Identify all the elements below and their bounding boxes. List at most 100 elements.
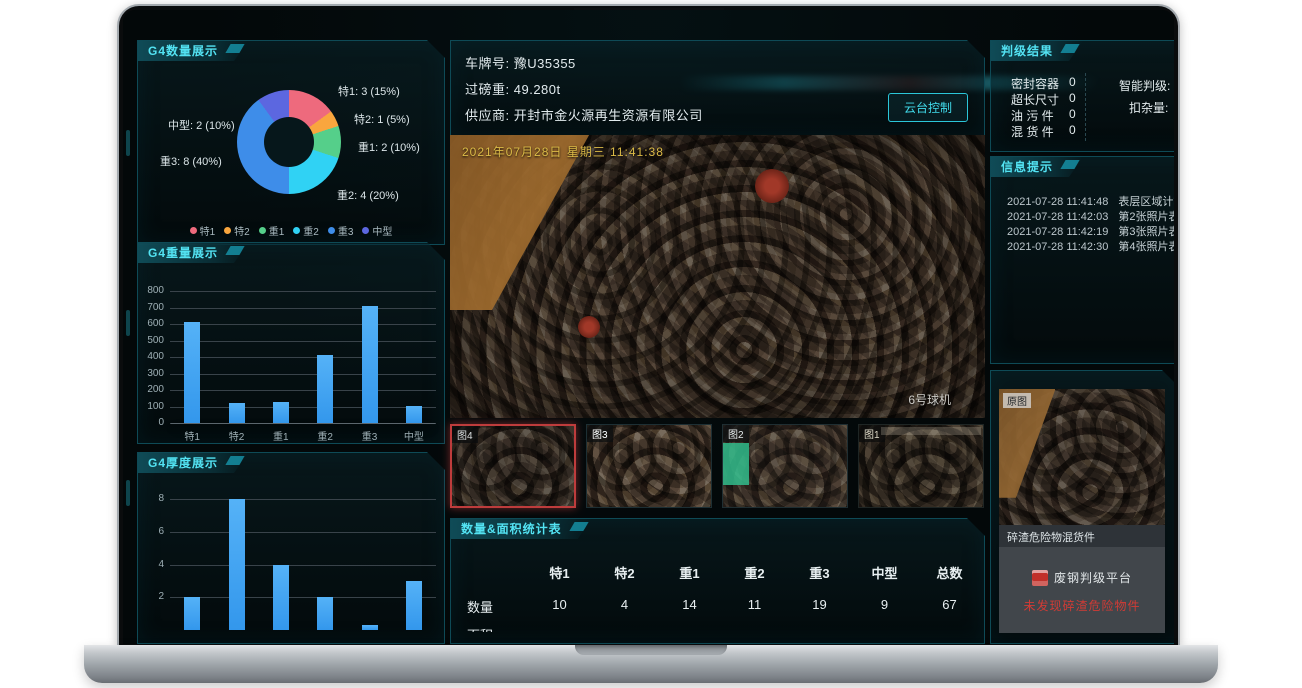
panel-stats-table: 数量&面积统计表 特1特2重1重2重3中型总数 数量104141119967 面… (450, 518, 985, 644)
y-tick-label: 100 (138, 401, 164, 412)
panel-info-title: 信息提示 (991, 157, 1083, 177)
stats-header-label (451, 563, 527, 582)
stats-area-cell (722, 625, 787, 632)
grid-line (170, 597, 436, 598)
stats-quantity-row: 数量104141119967 (451, 597, 984, 616)
stats-area-row: 面积 (451, 625, 984, 632)
x-tick-label: 重1 (259, 428, 303, 443)
panel-quantity: G4数量展示 特1: 3 (15%) 特2: 1 (5%) 重1: 2 (10%… (137, 40, 445, 245)
grid-line (170, 357, 436, 358)
stats-header-cell: 总数 (917, 563, 982, 582)
thumbnail-3[interactable]: 图2 (722, 424, 848, 508)
weight-value: 49.280t (514, 82, 561, 97)
smart-grading-label: 智能判级: (1119, 77, 1170, 94)
stats-area-row-clipped: 面积 (451, 625, 984, 632)
grid-line (170, 374, 436, 375)
log-message: 第3张照片表层开 (1118, 226, 1174, 238)
main-camera-image[interactable]: 2021年07月28日 星期三 11:41:38 6号球机 (450, 135, 985, 418)
grading-value: 0 (1069, 123, 1076, 137)
stats-quantity-cell: 11 (722, 597, 787, 616)
x-tick-label: 特2 (215, 428, 259, 443)
platform-logo-icon (1032, 570, 1048, 586)
grading-divider (1085, 73, 1086, 141)
bar-特2 (229, 403, 245, 423)
thumbnail-1[interactable]: 图4 (450, 424, 576, 508)
thumbnail-2[interactable]: 图3 (586, 424, 712, 508)
grading-row-1: 密封容器0 (1011, 75, 1059, 92)
plate-label: 车牌号: (465, 56, 510, 71)
camera-osd-timestamp: 2021年07月28日 星期三 11:41:38 (462, 143, 664, 160)
grid-line (170, 341, 436, 342)
truck-bed-wall (450, 135, 589, 310)
legend-item: 重2 (293, 223, 319, 238)
laptop-base-notch (575, 645, 727, 655)
stats-quantity-cell: 14 (657, 597, 722, 616)
green-overlay (723, 443, 749, 485)
grid-line (170, 390, 436, 391)
legend-item: 特2 (224, 223, 250, 238)
y-tick-label: 8 (138, 493, 164, 504)
log-timestamp: 2021-07-28 11:41:48 (1007, 196, 1108, 208)
panel-info-log: 信息提示 2021-07-28 11:41:48 表层区域计算成 2021-07-2… (990, 156, 1174, 364)
y-tick-label: 600 (138, 318, 164, 329)
deduction-label: 扣杂量: (1129, 99, 1168, 116)
x-tick-label: 重3 (348, 428, 392, 443)
donut-legend: 特1特2重1重2重3中型 (138, 223, 444, 238)
legend-dot (224, 227, 231, 234)
grading-value: 0 (1069, 75, 1076, 89)
supplier-label: 供应商: (465, 108, 510, 123)
stats-table-title: 数量&面积统计表 (451, 519, 592, 539)
legend-label: 特1 (200, 223, 216, 238)
stats-header-row: 特1特2重1重2重3中型总数 (451, 563, 984, 582)
thumbnail-strip: 图4图3图2图1 (450, 424, 984, 508)
donut-label-mid: 中型: 2 (10%) (168, 117, 235, 133)
stats-area-cell (917, 625, 982, 632)
ptz-control-button[interactable]: 云台控制 (888, 93, 968, 122)
log-timestamp: 2021-07-28 11:42:30 (1007, 241, 1108, 253)
weight-label: 过磅重: (465, 82, 510, 97)
plate-row: 车牌号: 豫U35355 (465, 53, 576, 72)
camera-name-label: 6号球机 (908, 391, 951, 408)
bar-重1 (273, 402, 289, 423)
x-tick-label: 重2 (303, 428, 347, 443)
legend-dot (328, 227, 335, 234)
log-message: 表层区域计算成 (1118, 196, 1174, 208)
y-tick-label: 700 (138, 302, 164, 313)
bar-特1 (184, 322, 200, 423)
legend-label: 重3 (338, 223, 354, 238)
grading-label: 混 货 件 (1011, 125, 1054, 139)
bar-4 (362, 625, 378, 630)
stats-area-cell (852, 625, 917, 632)
y-tick-label: 300 (138, 368, 164, 379)
donut-label-te2: 特2: 1 (5%) (354, 111, 410, 127)
stats-quantity-cell: 19 (787, 597, 852, 616)
bar-3 (317, 597, 333, 630)
grading-row-2: 超长尺寸0 (1011, 91, 1059, 108)
bar-1 (229, 499, 245, 630)
bar-重2 (317, 355, 333, 423)
legend-dot (190, 227, 197, 234)
laptop-screen: G4数量展示 特1: 3 (15%) 特2: 1 (5%) 重1: 2 (10%… (123, 10, 1174, 644)
bar-重3 (362, 306, 378, 423)
review-caption: 碎渣危险物混货件 (999, 525, 1165, 549)
y-tick-label: 6 (138, 526, 164, 537)
stats-area-label: 面积 (451, 625, 527, 632)
bar-中型 (406, 406, 422, 423)
y-tick-label: 4 (138, 559, 164, 570)
thumbnail-osd-strip (881, 427, 981, 435)
deco-rail (126, 130, 130, 156)
legend-label: 重2 (303, 223, 319, 238)
review-image[interactable]: 原图 (999, 389, 1165, 525)
stats-header-cell: 重1 (657, 563, 722, 582)
stats-area-cell (527, 625, 592, 632)
quantity-donut-chart (237, 90, 341, 194)
legend-label: 特2 (234, 223, 250, 238)
bar-2 (273, 565, 289, 630)
legend-item: 特1 (190, 223, 216, 238)
legend-item: 重1 (259, 223, 285, 238)
legend-label: 重1 (269, 223, 285, 238)
grading-row-3: 油 污 件0 (1011, 107, 1054, 124)
laptop-base (84, 645, 1218, 683)
log-message: 第2张照片表层开 (1118, 211, 1174, 223)
thumbnail-4[interactable]: 图1 (858, 424, 984, 508)
